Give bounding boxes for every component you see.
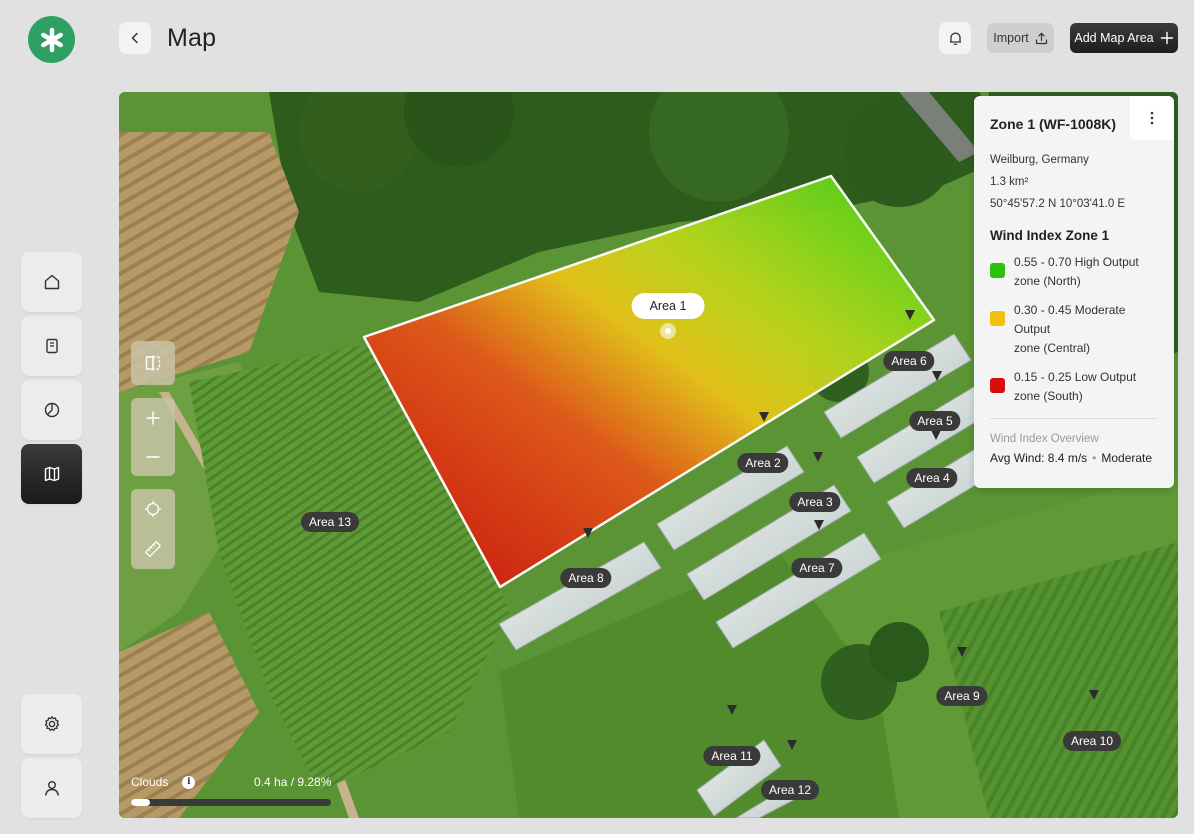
wind-index-title: Wind Index Zone 1 (990, 228, 1110, 243)
split-view-button[interactable] (131, 341, 175, 385)
app-logo[interactable] (28, 16, 75, 63)
overview-title: Wind Index Overview (990, 433, 1099, 445)
user-icon (44, 781, 59, 796)
import-button[interactable]: Import (987, 23, 1054, 53)
sidebar-item-analytics[interactable] (21, 380, 82, 440)
sidebar-item-home[interactable] (21, 252, 82, 312)
legend-swatch-low (990, 378, 1005, 393)
legend-item-low: 0.15 - 0.25 Low Output zone (South) (990, 368, 1158, 406)
crosshair-icon (145, 501, 161, 517)
area-label-13[interactable]: Area 13 (300, 512, 360, 532)
avg-wind: Avg Wind: 8.4 m/s (990, 451, 1088, 465)
legend-high-range: 0.55 - 0.70 High Output (1014, 255, 1139, 269)
zone-size: 1.3 km² (990, 176, 1029, 188)
area-label-8[interactable]: Area 8 (560, 568, 612, 588)
more-options-button[interactable] (1130, 96, 1174, 140)
clouds-value: 0.4 ha / 9.28% (254, 775, 332, 789)
legend-high-zone: zone (North) (1014, 274, 1081, 288)
legend-swatch-moderate (990, 311, 1005, 326)
sidebar-item-reports[interactable] (21, 316, 82, 376)
clouds-progress (131, 799, 331, 806)
area-label-12[interactable]: Area 12 (760, 780, 820, 800)
area-label-5[interactable]: Area 5 (909, 411, 961, 431)
info-icon[interactable]: i (182, 775, 196, 789)
chevron-left-icon (131, 32, 138, 44)
area-label-2[interactable]: Area 2 (737, 453, 789, 473)
tools-control[interactable] (131, 489, 175, 569)
locate-button[interactable] (131, 489, 175, 529)
clouds-label: Clouds i (131, 775, 196, 789)
legend-low-range: 0.15 - 0.25 Low Output (1014, 370, 1137, 384)
notifications-button[interactable] (939, 22, 971, 54)
zone-coordinates: 50°45'57.2 N 10°03'41.0 E (990, 198, 1126, 210)
area-label-10[interactable]: Area 10 (1062, 731, 1122, 751)
legend-swatch-high (990, 263, 1005, 278)
legend-item-high: 0.55 - 0.70 High Output zone (North) (990, 253, 1158, 291)
gear-icon (44, 716, 59, 732)
area-label-7[interactable]: Area 7 (791, 558, 843, 578)
clouds-progress-fill (131, 799, 150, 806)
zoom-in-button[interactable] (131, 398, 175, 437)
area-label-1[interactable]: Area 1 (631, 293, 705, 319)
pie-chart-icon (44, 402, 59, 418)
zone-info-panel: Zone 1 (WF-1008K) Weilburg, Germany 1.3 … (974, 96, 1174, 488)
zone-location: Weilburg, Germany (990, 154, 1089, 166)
area-label-11[interactable]: Area 11 (703, 746, 761, 766)
legend-moderate-zone: zone (Central) (1014, 341, 1091, 355)
sidebar-item-profile[interactable] (21, 758, 82, 818)
zoom-out-button[interactable] (131, 437, 175, 476)
plus-icon (146, 410, 160, 425)
page-title: Map (167, 24, 217, 52)
back-button[interactable] (119, 22, 151, 54)
plus-icon (1160, 31, 1173, 45)
document-icon (45, 338, 58, 354)
area-label-3[interactable]: Area 3 (789, 492, 841, 512)
legend-low-zone: zone (South) (1014, 389, 1083, 403)
map-icon (44, 466, 59, 482)
upload-icon (1035, 32, 1047, 44)
add-map-area-button[interactable]: Add Map Area (1070, 23, 1178, 53)
overview-line: Avg Wind: 8.4 m/s • Moderate (990, 451, 1158, 465)
area-label-6[interactable]: Area 6 (883, 351, 935, 371)
add-map-area-label: Add Map Area (1074, 31, 1154, 45)
asterisk-logo-icon (40, 27, 63, 52)
clouds-label-text: Clouds (131, 775, 169, 789)
separator-dot: • (1092, 451, 1097, 465)
zoom-control[interactable] (131, 398, 175, 476)
area-label-4[interactable]: Area 4 (906, 468, 958, 488)
more-vertical-icon (1150, 111, 1154, 125)
legend-moderate-range: 0.30 - 0.45 Moderate Output (1014, 303, 1126, 336)
wind-status: Moderate (1101, 451, 1153, 465)
ruler-icon (145, 541, 161, 557)
compare-control[interactable] (131, 341, 175, 385)
panel-divider (990, 418, 1158, 419)
minus-icon (146, 455, 160, 458)
sidebar-item-map[interactable] (21, 444, 82, 504)
home-icon (44, 274, 59, 290)
split-view-icon (145, 355, 161, 371)
sidebar-item-settings[interactable] (21, 694, 82, 754)
import-label: Import (993, 31, 1029, 45)
area-label-9[interactable]: Area 9 (936, 686, 988, 706)
measure-button[interactable] (131, 529, 175, 569)
bell-icon (949, 32, 961, 45)
legend-item-moderate: 0.30 - 0.45 Moderate Output zone (Central… (990, 301, 1158, 358)
